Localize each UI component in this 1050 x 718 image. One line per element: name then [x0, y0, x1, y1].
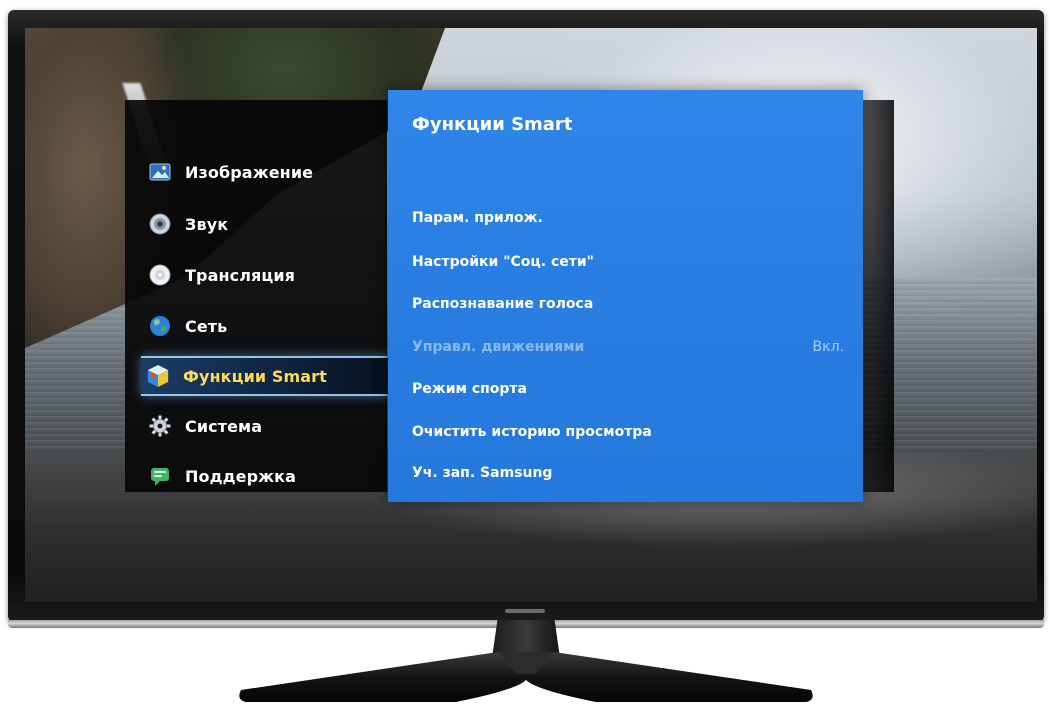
panel-item-label: Режим спорта [412, 381, 527, 397]
menu-item-label: Поддержка [185, 466, 297, 486]
menu-item-broadcast[interactable]: Трансляция [135, 257, 385, 293]
menu-item-system[interactable]: Система [135, 408, 385, 444]
menu-item-label: Изображение [185, 162, 314, 182]
speaker-icon [149, 213, 171, 235]
menu-item-label: Трансляция [185, 265, 296, 285]
motion-control-value: Вкл. [812, 339, 844, 355]
menu-item-support[interactable]: Поддержка [135, 458, 385, 494]
panel-item-label: Уч. зап. Samsung [412, 465, 553, 481]
panel-item-label: Парам. прилож. [412, 210, 543, 226]
panel-item-label: Настройки "Соц. сети" [412, 254, 594, 270]
broadcast-icon [149, 264, 171, 286]
panel-title: Функции Smart [412, 114, 573, 135]
picture-icon [149, 161, 171, 183]
smart-box-icon [147, 365, 169, 387]
panel-item-label: Очистить историю просмотра [412, 424, 652, 440]
menu-item-label: Сеть [185, 316, 228, 336]
panel-item-social-settings[interactable]: Настройки "Соц. сети" [412, 250, 844, 274]
panel-item-samsung-account[interactable]: Уч. зап. Samsung [412, 461, 844, 485]
globe-icon [149, 315, 171, 337]
panel-item-clear-history[interactable]: Очистить историю просмотра [412, 420, 844, 444]
tv-stand-base [236, 650, 816, 708]
panel-item-sport-mode[interactable]: Режим спорта [412, 377, 844, 401]
menu-item-sound[interactable]: Звук [135, 206, 385, 242]
panel-item-voice-recognition[interactable]: Распознавание голоса [412, 292, 844, 316]
panel-item-app-settings[interactable]: Парам. прилож. [412, 206, 844, 230]
panel-item-label: Распознавание голоса [412, 296, 594, 312]
panel-item-motion-control: Управл. движениями Вкл. [412, 335, 844, 359]
support-icon [149, 465, 171, 487]
smart-functions-panel: Функции Smart Парам. прилож. Настройки "… [388, 90, 863, 502]
tv-photo: Изображение Звук Трансляция Сеть Функции… [0, 0, 1050, 718]
menu-item-network[interactable]: Сеть [135, 308, 385, 344]
menu-item-label: Звук [185, 214, 229, 234]
settings-menu: Изображение Звук Трансляция Сеть Функции… [125, 100, 395, 494]
panel-item-label: Управл. движениями [412, 339, 585, 355]
menu-item-label: Функции Smart [183, 366, 327, 386]
gear-icon [149, 415, 171, 437]
menu-item-label: Система [185, 416, 263, 436]
tv-logo-strip [505, 609, 545, 613]
menu-item-smart-functions[interactable]: Функции Smart [141, 356, 395, 396]
menu-item-picture[interactable]: Изображение [135, 154, 385, 190]
